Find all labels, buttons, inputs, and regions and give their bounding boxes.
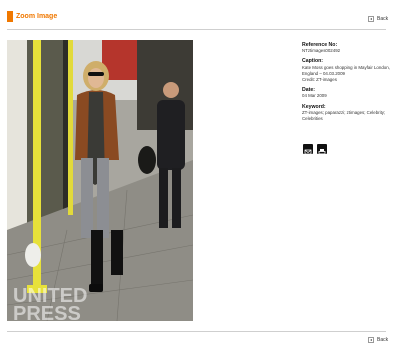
- back-label: Back: [377, 16, 389, 22]
- back-button-bottom[interactable]: Back: [368, 337, 388, 343]
- print-icon[interactable]: [317, 144, 327, 156]
- footer-divider: [7, 331, 386, 332]
- zoomed-photo: UNITED PRESS: [7, 40, 193, 321]
- page-title: Zoom Image: [16, 13, 58, 20]
- email-icon[interactable]: [303, 144, 313, 155]
- action-icons: [303, 144, 327, 156]
- caption-text: Kate Moss goes shopping in Mayfair Londo…: [302, 64, 390, 76]
- back-button-top[interactable]: Back: [368, 16, 388, 22]
- back-arrow-icon: [368, 337, 374, 343]
- back-arrow-icon: [368, 16, 374, 22]
- back-label: Back: [377, 337, 389, 343]
- watermark-line2: PRESS: [13, 303, 81, 321]
- keyword-text: ZT-images; paparazzi; ztimages; Celebrit…: [302, 109, 386, 122]
- image-details: Reference No: NTztimages002492 Caption: …: [302, 42, 392, 122]
- header-accent-bar: [7, 11, 13, 22]
- reference-value: NTztimages002492: [302, 48, 341, 54]
- date-value: 04 Mar 2009: [302, 93, 327, 99]
- credit-text: Credit: ZT-images: [302, 77, 337, 83]
- header-divider: [7, 29, 386, 30]
